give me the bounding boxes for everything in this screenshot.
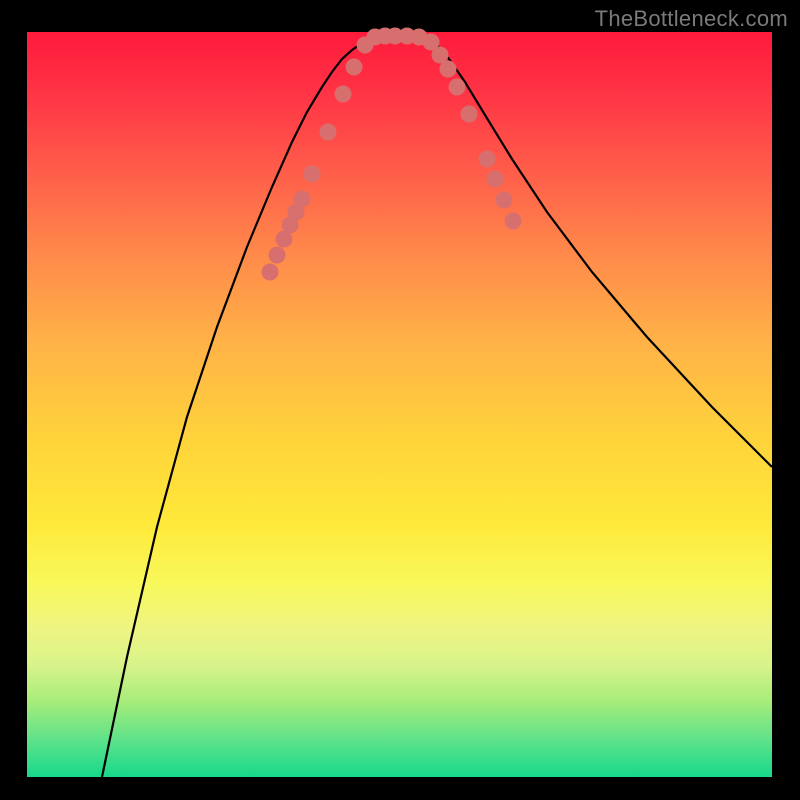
data-point xyxy=(479,151,496,168)
data-point xyxy=(496,192,513,209)
chart-frame xyxy=(27,32,772,777)
data-point xyxy=(449,79,466,96)
watermark-text: TheBottleneck.com xyxy=(595,6,788,32)
scatter-dots xyxy=(262,28,522,281)
data-point xyxy=(487,171,504,188)
data-point xyxy=(304,166,321,183)
data-point xyxy=(294,191,311,208)
curve-right xyxy=(427,37,772,467)
chart-svg xyxy=(27,32,772,777)
data-point xyxy=(505,213,522,230)
data-point xyxy=(320,124,337,141)
data-point xyxy=(440,61,457,78)
data-point xyxy=(461,106,478,123)
curve-left xyxy=(102,37,372,777)
data-point xyxy=(346,59,363,76)
data-point xyxy=(262,264,279,281)
data-point xyxy=(335,86,352,103)
data-point xyxy=(269,247,286,264)
